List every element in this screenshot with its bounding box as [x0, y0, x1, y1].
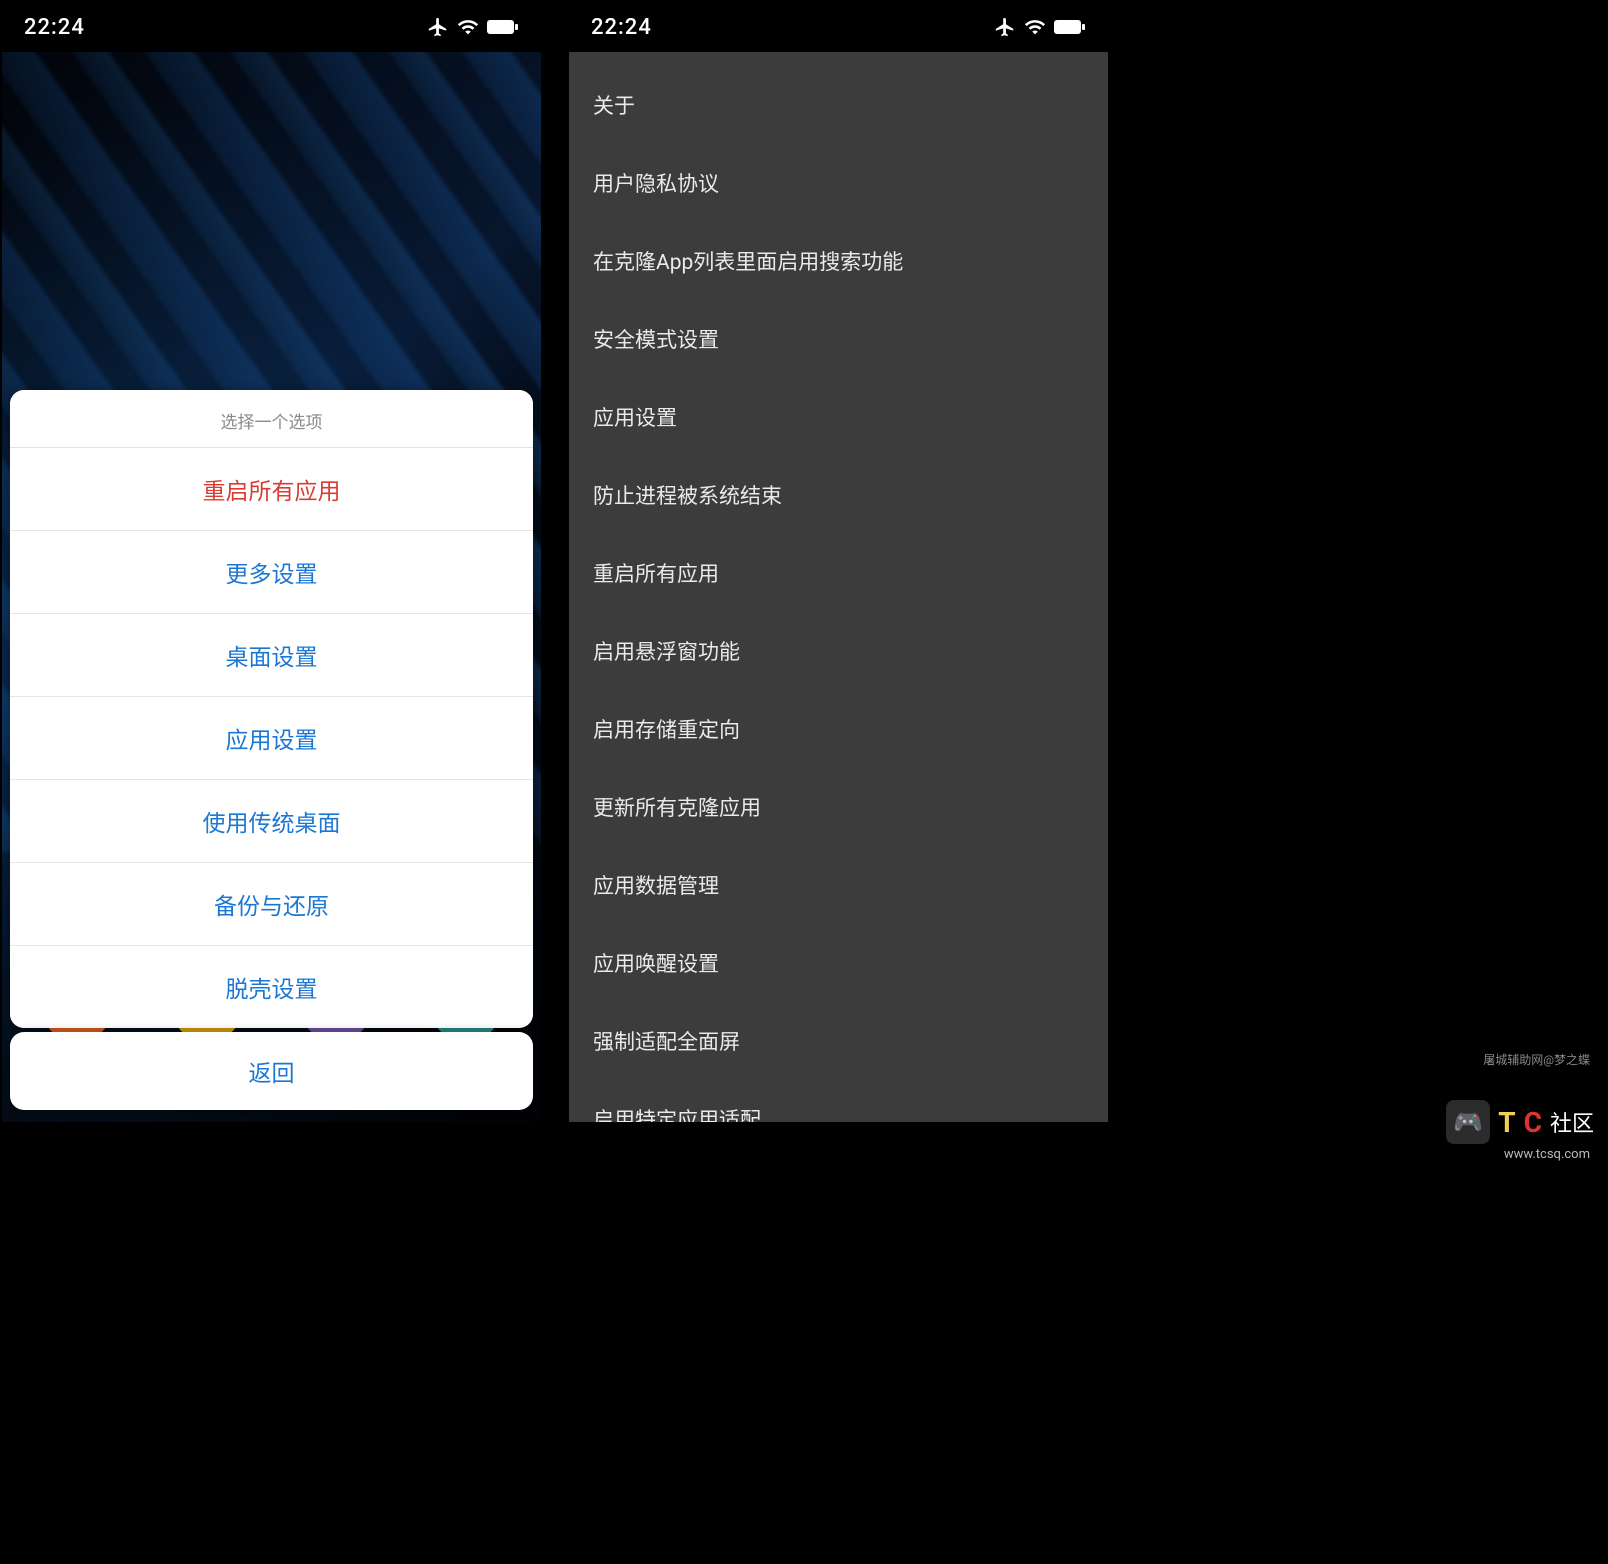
settings-restart-all[interactable]: 重启所有应用: [569, 534, 1108, 612]
settings-float-window[interactable]: 启用悬浮窗功能: [569, 612, 1108, 690]
option-unshell-settings[interactable]: 脱壳设置: [10, 946, 533, 1028]
cancel-button[interactable]: 返回: [10, 1032, 533, 1110]
action-sheet: 选择一个选项 重启所有应用 更多设置 桌面设置 应用设置 使用传统桌面 备份与还…: [10, 390, 533, 1028]
phone-right: 22:24 关于 用户隐私协议 在克隆App列表里面启用搜索功能 安全模式设置 …: [569, 2, 1108, 1122]
option-desktop-settings[interactable]: 桌面设置: [10, 614, 533, 697]
settings-privacy[interactable]: 用户隐私协议: [569, 144, 1108, 222]
option-app-settings[interactable]: 应用设置: [10, 697, 533, 780]
settings-app-settings[interactable]: 应用设置: [569, 378, 1108, 456]
airplane-icon: [994, 16, 1016, 38]
settings-about[interactable]: 关于: [569, 66, 1108, 144]
settings-storage-redirect[interactable]: 启用存储重定向: [569, 690, 1108, 768]
watermark-hint: 屠城辅助网@梦之蝶: [1483, 1051, 1590, 1068]
watermark-logo-icon: 🎮: [1446, 1100, 1490, 1144]
settings-safe-mode[interactable]: 安全模式设置: [569, 300, 1108, 378]
watermark-brand-c: C: [1524, 1106, 1542, 1139]
phone-left: 22:24 选择一个选项 重启所有应用 更多设置 桌面设置 应用设置: [2, 2, 541, 1122]
option-backup-restore[interactable]: 备份与还原: [10, 863, 533, 946]
wifi-icon: [457, 16, 479, 38]
sheet-title: 选择一个选项: [10, 390, 533, 448]
battery-icon: [1054, 18, 1086, 36]
airplane-icon: [427, 16, 449, 38]
battery-icon: [487, 18, 519, 36]
settings-wakeup[interactable]: 应用唤醒设置: [569, 924, 1108, 1002]
status-time: 22:24: [24, 15, 85, 40]
status-time: 22:24: [591, 15, 652, 40]
option-more-settings[interactable]: 更多设置: [10, 531, 533, 614]
option-restart-all[interactable]: 重启所有应用: [10, 448, 533, 531]
status-bar-left: 22:24: [2, 2, 541, 52]
settings-prevent-kill[interactable]: 防止进程被系统结束: [569, 456, 1108, 534]
watermark-brand-t: T: [1498, 1106, 1515, 1139]
watermark: 🎮 T C 社区: [1446, 1100, 1594, 1144]
option-traditional-desktop[interactable]: 使用传统桌面: [10, 780, 533, 863]
settings-fullscreen-fit[interactable]: 强制适配全面屏: [569, 1002, 1108, 1080]
settings-specific-fit[interactable]: 启用特定应用适配: [569, 1080, 1108, 1122]
wifi-icon: [1024, 16, 1046, 38]
settings-list: 关于 用户隐私协议 在克隆App列表里面启用搜索功能 安全模式设置 应用设置 防…: [569, 52, 1108, 1122]
watermark-url: www.tcsq.com: [1504, 1147, 1590, 1162]
settings-data-mgmt[interactable]: 应用数据管理: [569, 846, 1108, 924]
settings-enable-search[interactable]: 在克隆App列表里面启用搜索功能: [569, 222, 1108, 300]
status-icons: [427, 16, 519, 38]
status-icons: [994, 16, 1086, 38]
watermark-brand-suffix: 社区: [1550, 1106, 1594, 1138]
status-bar-right: 22:24: [569, 2, 1108, 52]
settings-update-clones[interactable]: 更新所有克隆应用: [569, 768, 1108, 846]
